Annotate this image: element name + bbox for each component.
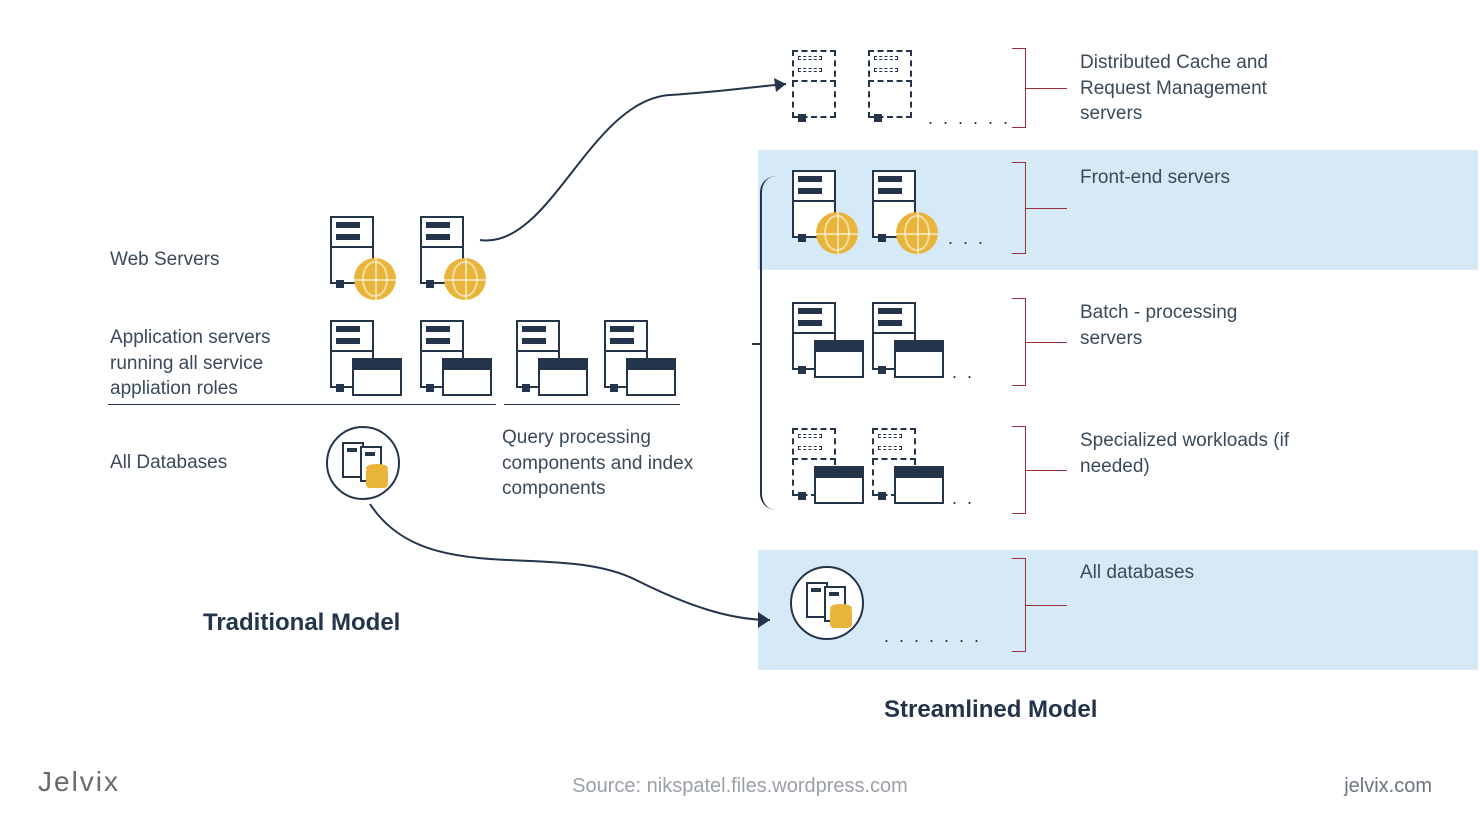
- web-server-icon: [330, 216, 382, 294]
- ellipsis-dots: ...: [948, 228, 993, 249]
- ellipsis-dots: ..: [952, 362, 982, 383]
- label-cache: Distributed Cache and Request Management…: [1080, 50, 1330, 127]
- bracket-cache: [1012, 48, 1026, 128]
- ellipsis-dots: .......: [884, 626, 989, 647]
- underline-group-1: [108, 404, 496, 405]
- batch-server-icon: [792, 302, 844, 380]
- label-frontend: Front-end servers: [1080, 165, 1230, 191]
- title-streamlined: Streamlined Model: [884, 694, 1097, 726]
- label-specialized: Specialized workloads (if needed): [1080, 428, 1320, 479]
- arrow-bottom: [366, 500, 786, 650]
- ellipsis-dots: ..: [952, 488, 982, 509]
- ellipsis-dots: ......: [928, 108, 1018, 129]
- label-all-databases-left: All Databases: [110, 450, 227, 476]
- site-url: jelvix.com: [1344, 775, 1432, 798]
- database-icon: [326, 426, 400, 500]
- arrow-top: [470, 80, 800, 260]
- bracket-databases: [1012, 558, 1026, 652]
- label-databases-right: All databases: [1080, 560, 1194, 586]
- label-query-components: Query processing components and index co…: [502, 425, 702, 502]
- specialized-server-icon: [872, 428, 924, 506]
- bracket-frontend: [1012, 162, 1026, 254]
- frontend-server-icon: [872, 170, 924, 248]
- app-server-icon: [516, 320, 568, 398]
- batch-server-icon: [872, 302, 924, 380]
- database-icon: [790, 566, 864, 640]
- cache-server-icon: [868, 50, 920, 128]
- bracket-specialized: [1012, 426, 1026, 514]
- app-server-icon: [330, 320, 382, 398]
- label-batch: Batch - processing servers: [1080, 300, 1300, 351]
- logo-jelvix: Jelvix: [38, 766, 120, 798]
- specialized-server-icon: [792, 428, 844, 506]
- label-app-servers: Application servers running all service …: [110, 325, 310, 402]
- app-server-icon: [420, 320, 472, 398]
- source-attribution: Source: nikspatel.files.wordpress.com: [572, 775, 908, 798]
- label-web-servers: Web Servers: [110, 247, 219, 273]
- underline-group-2: [504, 404, 680, 405]
- app-server-icon: [604, 320, 656, 398]
- bracket-batch: [1012, 298, 1026, 386]
- web-server-icon: [420, 216, 472, 294]
